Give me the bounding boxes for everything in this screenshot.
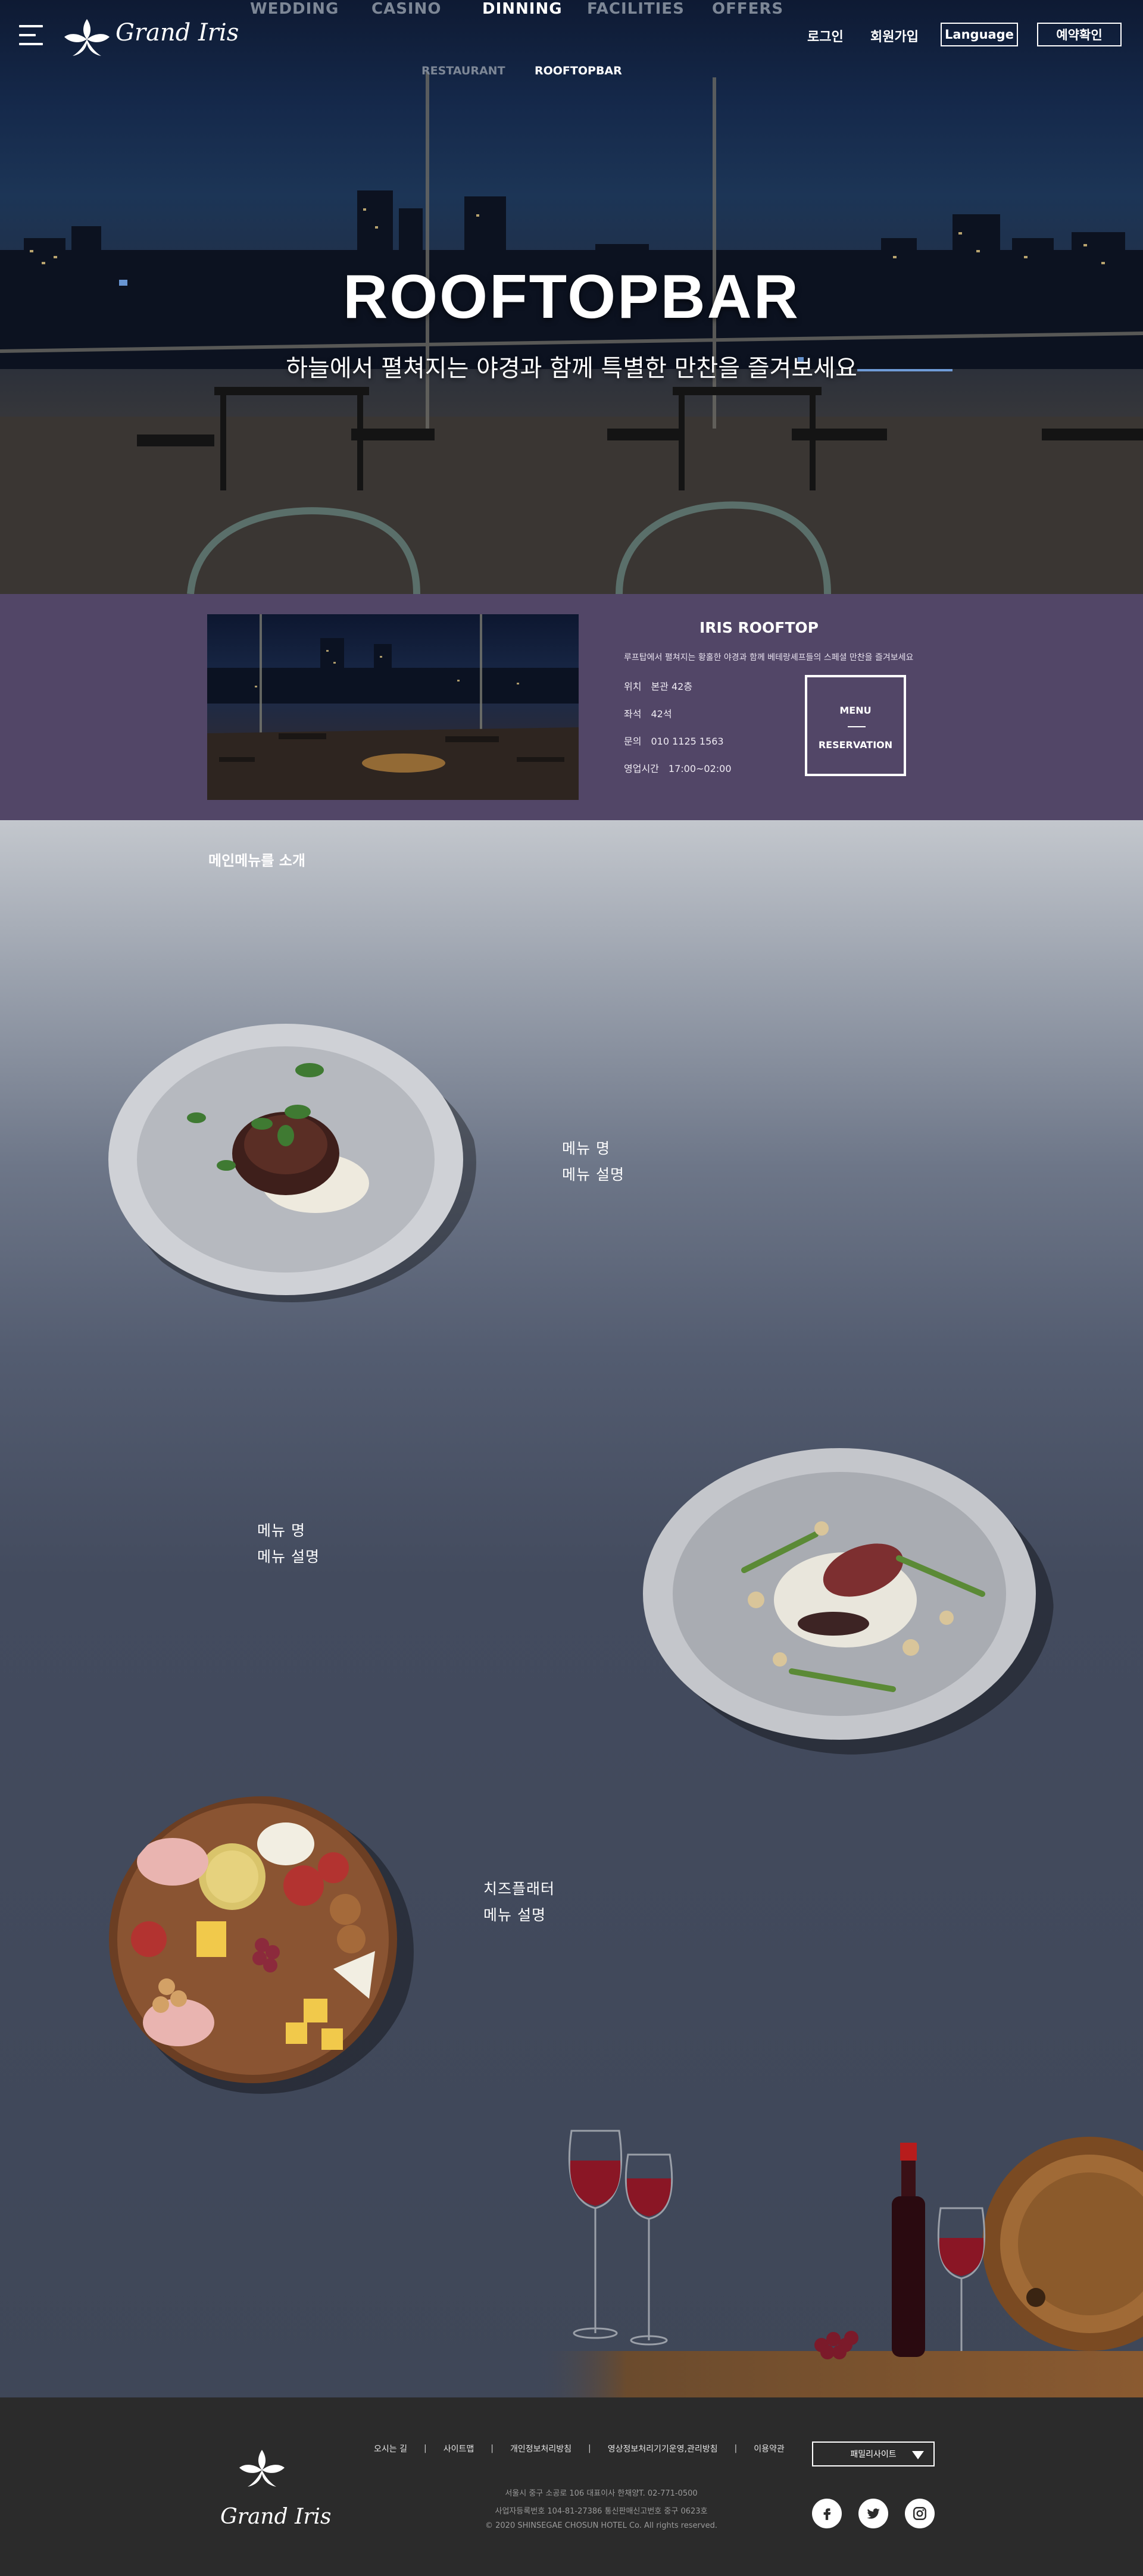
iris-flower-icon [64, 19, 110, 56]
separator: | [588, 2444, 591, 2453]
menu-item-1: 메뉴 명 메뉴 설명 [562, 1136, 624, 1188]
brand-logo[interactable]: Grand Iris [62, 15, 239, 57]
nav-offers[interactable]: OFFERS [712, 0, 783, 18]
footer-copyright: © 2020 SHINSEGAE CHOSUN HOTEL Co. All ri… [485, 2521, 717, 2530]
divider [848, 726, 866, 727]
info-row-hours: 영업시간 17:00~02:00 [624, 763, 732, 774]
menu-item-3: 치즈플래터 메뉴 설명 [483, 1876, 555, 1928]
nav-wedding[interactable]: WEDDING [250, 0, 339, 18]
hamburger-menu-icon[interactable] [19, 25, 43, 45]
footer-link-privacy[interactable]: 개인정보처리방침 [510, 2443, 572, 2455]
info-row-location: 위치 본관 42층 [624, 681, 693, 692]
menu-item-name: 메뉴 명 [562, 1140, 610, 1157]
menu-item-name: 메뉴 명 [257, 1522, 305, 1539]
separator: | [734, 2444, 738, 2453]
footer-logo[interactable]: Grand Iris [214, 2446, 332, 2536]
hero-subtitle: 하늘에서 펼쳐지는 야경과 함께 특별한 만찬을 즐겨보세요 [286, 355, 857, 382]
footer-brand-name: Grand Iris [220, 2505, 332, 2529]
footer-link-directions[interactable]: 오시는 길 [374, 2443, 407, 2455]
family-site-select[interactable]: 패밀리사이트 [812, 2441, 935, 2466]
menu-reservation-button[interactable]: MENU RESERVATION [805, 675, 906, 776]
site-header: Grand Iris WEDDING CASINO DINNING FACILI… [0, 0, 1143, 83]
footer-link-cctv-policy[interactable]: 영상정보처리기기운영,관리방침 [608, 2443, 718, 2455]
hero-banner: ROOFTOPBAR 하늘에서 펼쳐지는 야경과 함께 특별한 만찬을 즐겨보세… [0, 0, 1143, 594]
separator: | [423, 2444, 427, 2453]
footer-links: 오시는 길 | 사이트맵 | 개인정보처리방침 | 영상정보처리기기운영,관리방… [374, 2443, 785, 2455]
instagram-icon[interactable] [905, 2499, 935, 2528]
info-title: IRIS ROOFTOP [699, 619, 819, 636]
site-footer: Grand Iris 오시는 길 | 사이트맵 | 개인정보처리방침 | 영상정… [0, 2397, 1143, 2576]
nav-facilities[interactable]: FACILITIES [587, 0, 685, 18]
dish-image-1 [108, 1024, 476, 1302]
rooftop-info-section: IRIS ROOFTOP 루프탑에서 펼쳐지는 황홀한 야경과 함께 베테랑셰프… [0, 594, 1143, 820]
info-row-seats: 좌석 42석 [624, 708, 672, 720]
twitter-icon[interactable] [858, 2499, 888, 2528]
menu-item-2: 메뉴 명 메뉴 설명 [257, 1518, 320, 1570]
info-description: 루프탑에서 펼쳐지는 황홀한 야경과 함께 베테랑셰프들의 스페셜 만찬을 즐겨… [624, 653, 914, 662]
triangle-down-icon [912, 2451, 924, 2459]
menu-item-name: 치즈플래터 [483, 1880, 555, 1897]
menu-heading: 메인메뉴를 소개 [208, 852, 305, 869]
menu-label: MENU [839, 705, 872, 716]
wine-barrel-image [536, 2130, 1143, 2399]
info-row-contact: 문의 010 1125 1563 [624, 736, 724, 747]
separator: | [491, 2444, 494, 2453]
nav-dinning[interactable]: DINNING [482, 0, 563, 18]
signup-link[interactable]: 회원가입 [870, 26, 919, 45]
rooftop-night-image [207, 614, 579, 800]
subnav-restaurant[interactable]: RESTAURANT [421, 64, 505, 77]
footer-address: 서울시 중구 소공로 106 대표이사 한채양T. 02-771-0500 [505, 2489, 698, 2498]
menu-item-desc: 메뉴 설명 [483, 1906, 546, 1924]
rooftop-photo [207, 614, 579, 800]
facebook-icon[interactable] [812, 2499, 842, 2528]
footer-link-sitemap[interactable]: 사이트맵 [444, 2443, 474, 2455]
login-link[interactable]: 로그인 [807, 26, 844, 45]
subnav-rooftopbar[interactable]: ROOFTOPBAR [535, 64, 622, 77]
menu-item-desc: 메뉴 설명 [562, 1166, 624, 1183]
reservation-label: RESERVATION [818, 739, 893, 751]
reservation-check-button[interactable]: 예약확인 [1037, 23, 1122, 46]
language-button[interactable]: Language [941, 23, 1018, 46]
iris-flower-icon [239, 2450, 285, 2487]
footer-business-info: 사업자등록번호 104-81-27386 통신판매신고번호 중구 0623호 [495, 2507, 708, 2516]
nav-casino[interactable]: CASINO [371, 0, 441, 18]
dish-image-2 [643, 1448, 1054, 1755]
dish-image-3 [109, 1796, 414, 2094]
hero-title: ROOFTOPBAR [343, 262, 800, 332]
family-site-label: 패밀리사이트 [850, 2450, 897, 2459]
footer-link-terms[interactable]: 이용약관 [754, 2443, 785, 2455]
brand-name: Grand Iris [115, 19, 239, 46]
menu-item-desc: 메뉴 설명 [257, 1548, 320, 1565]
